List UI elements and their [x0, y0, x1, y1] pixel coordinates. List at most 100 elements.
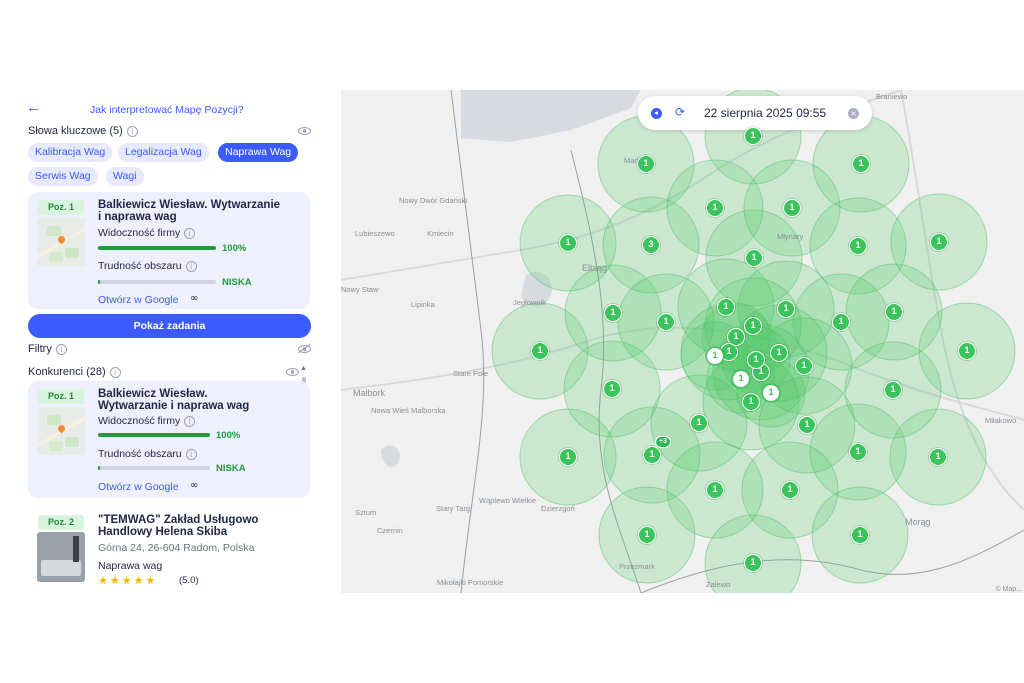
map-label: Mikołajki Pomorskie: [437, 578, 504, 587]
scroll-up-icon[interactable]: ▲: [300, 365, 307, 372]
rank-pin[interactable]: 1: [638, 526, 656, 544]
chip-naprawa[interactable]: Naprawa Wag: [218, 143, 299, 162]
rank-pin[interactable]: 1: [745, 249, 763, 267]
rank-pin[interactable]: 1: [929, 448, 947, 466]
keywords-label: Słowa kluczowe (5) i: [28, 125, 138, 137]
rank-pin[interactable]: 1: [706, 481, 724, 499]
open-in-google-link[interactable]: Otwórz w Google: [98, 481, 179, 493]
chip-serwis[interactable]: Serwis Wag: [28, 167, 98, 186]
business-title-line1: Balkiewicz Wiesław.: [98, 388, 208, 400]
position-badge: Poz. 1: [38, 389, 84, 404]
link-icon[interactable]: ∞: [190, 293, 198, 304]
rank-pin[interactable]: 1: [742, 393, 760, 411]
rank-pin[interactable]: 1: [798, 416, 816, 434]
rank-pin[interactable]: 1: [930, 233, 948, 251]
info-icon[interactable]: i: [185, 448, 197, 460]
rank-pin[interactable]: 1: [727, 328, 745, 346]
rank-pin[interactable]: 1: [657, 313, 675, 331]
show-tasks-button[interactable]: Pokaż zadania: [28, 314, 311, 338]
rank-pin[interactable]: 1: [637, 155, 655, 173]
map-label: Nowy Staw: [341, 285, 379, 294]
rank-pin[interactable]: 1: [795, 357, 813, 375]
map-label: Zalewo: [706, 580, 731, 589]
previous-date-icon[interactable]: [651, 108, 662, 119]
rank-pin[interactable]: 1: [604, 304, 622, 322]
rank-pin[interactable]: 1: [744, 317, 762, 335]
rank-pin[interactable]: 1: [559, 234, 577, 252]
rank-pin[interactable]: 1: [643, 446, 661, 464]
business-title-line2: i naprawa wag: [98, 211, 177, 223]
visibility-label-text: Widoczność firmy: [98, 227, 181, 239]
map-label: Nowy Dwór Gdański: [399, 196, 467, 205]
rank-pin[interactable]: 1: [885, 303, 903, 321]
rank-pin[interactable]: 1: [732, 370, 750, 388]
map-label: Dzierzgoń: [541, 504, 575, 513]
chip-kalibracja[interactable]: Kalibracja Wag: [28, 143, 113, 162]
help-link[interactable]: Jak interpretować Mapę Pozycji?: [90, 104, 244, 116]
position-map[interactable]: Markowo Braniewo Nowy Dwór Gdański Lubie…: [341, 90, 1024, 593]
visibility-bar: [98, 246, 216, 250]
rating-stars-icon: ★★★★★: [98, 574, 158, 587]
map-thumbnail: [37, 218, 85, 266]
chip-wagi[interactable]: Wagi: [106, 167, 144, 186]
visibility-label: Widoczność firmy i: [98, 227, 196, 239]
rank-pin[interactable]: 1: [744, 554, 762, 572]
rank-pin[interactable]: 1: [747, 351, 765, 369]
difficulty-bar-fill: [98, 280, 100, 284]
info-icon[interactable]: i: [109, 366, 121, 378]
visibility-value: 100%: [216, 430, 241, 441]
info-icon[interactable]: i: [184, 227, 196, 239]
address: Górna 24, 26-604 Radom, Polska: [98, 542, 255, 554]
rank-pin[interactable]: 1: [783, 199, 801, 217]
info-icon[interactable]: i: [126, 125, 138, 137]
refresh-icon[interactable]: ⟳: [675, 105, 685, 119]
eye-icon[interactable]: [286, 368, 299, 376]
map-label: Przezmark: [619, 562, 655, 571]
map-label: Lipinka: [411, 300, 435, 309]
business-title-line2: Wytwarzanie i naprawa wag: [98, 400, 250, 412]
rank-pin[interactable]: 1: [706, 199, 724, 217]
rank-pin[interactable]: 1: [706, 347, 724, 365]
visibility-label-text: Widoczność firmy: [98, 415, 181, 427]
rank-pin[interactable]: 1: [717, 298, 735, 316]
rank-pin[interactable]: 3: [642, 236, 660, 254]
rank-pin[interactable]: 1: [884, 381, 902, 399]
back-arrow-icon[interactable]: ←: [26, 100, 42, 116]
competitor-card[interactable]: Poz. 1 Balkiewicz Wiesław. Wytwarzanie i…: [28, 381, 310, 498]
competitor-card[interactable]: Poz. 2 "TEMWAG" Zakład Usługowo Handlowy…: [28, 510, 310, 593]
rank-pin[interactable]: 1: [832, 313, 850, 331]
info-icon[interactable]: i: [55, 343, 67, 355]
rank-pin[interactable]: 1: [690, 414, 708, 432]
rank-pin[interactable]: 1: [851, 526, 869, 544]
eye-icon[interactable]: [298, 127, 311, 135]
cluster-badge[interactable]: +3: [655, 436, 671, 448]
info-icon[interactable]: i: [185, 260, 197, 272]
rank-pin[interactable]: 1: [852, 155, 870, 173]
map-label: Czernin: [377, 526, 403, 535]
rank-pin[interactable]: 1: [849, 443, 867, 461]
rank-pin[interactable]: 1: [849, 237, 867, 255]
open-in-google-link[interactable]: Otwórz w Google: [98, 294, 179, 306]
rank-pin[interactable]: 1: [770, 344, 788, 362]
rank-pin[interactable]: 1: [744, 127, 762, 145]
rank-pin[interactable]: 1: [781, 481, 799, 499]
visibility-bar-fill: [98, 246, 216, 250]
rank-pin[interactable]: 1: [958, 342, 976, 360]
filters-label-text: Filtry: [28, 343, 52, 355]
difficulty-label: Trudność obszaru i: [98, 448, 197, 460]
map-label: Elbląg: [582, 263, 608, 273]
difficulty-bar: [98, 280, 216, 284]
rank-pin[interactable]: 1: [777, 300, 795, 318]
rank-pin[interactable]: 1: [762, 384, 780, 402]
difficulty-bar: [98, 466, 210, 470]
map-label: Morąg: [905, 517, 931, 527]
date-text: 22 sierpnia 2025 09:55: [704, 106, 827, 120]
visibility-bar-fill: [98, 433, 210, 437]
chip-legalizacja[interactable]: Legalizacja Wag: [118, 143, 209, 162]
rank-pin[interactable]: 1: [559, 448, 577, 466]
close-icon[interactable]: ×: [848, 108, 859, 119]
rank-pin[interactable]: 1: [603, 380, 621, 398]
link-icon[interactable]: ∞: [190, 480, 198, 491]
info-icon[interactable]: i: [184, 415, 196, 427]
rank-pin[interactable]: 1: [531, 342, 549, 360]
